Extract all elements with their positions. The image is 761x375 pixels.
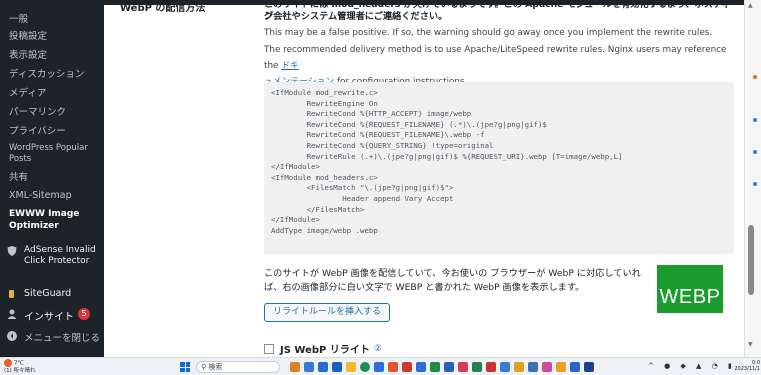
sidebar-item-reading[interactable]: 表示設定 [9,50,103,62]
file-explorer-icon[interactable] [346,362,356,372]
siteguard-icon [6,288,20,302]
sidebar-plugin-label: インサイト [24,312,74,323]
app-icon[interactable] [458,362,468,372]
sidebar-item-popular-posts[interactable]: WordPress Popular Posts [9,143,103,165]
webp-test-image: WEBP [657,265,723,313]
row-label-webp-delivery: WebP の配信方法 [120,5,206,14]
weather-desc: (1) 所々晴れ [4,367,36,374]
windows-start-icon[interactable] [180,362,190,372]
app-icon[interactable] [416,362,426,372]
webp-logo-text: WEBP [659,286,721,308]
taskbar-search-placeholder: 検索 [208,363,223,371]
chat-icon[interactable] [318,362,328,372]
admin-sidebar: 一般 投稿設定 表示設定 ディスカッション メディア パーマリンク プライバシー… [0,5,104,357]
app-icon[interactable] [486,362,496,372]
weather-temp: 7℃ [14,360,24,367]
taskview-icon[interactable] [290,362,300,372]
app-icon[interactable] [584,362,594,372]
app-icon[interactable] [444,362,454,372]
weather-widget[interactable]: 7℃ (1) 所々晴れ [4,359,36,375]
rewrite-rules-code: <IfModule mod_rewrite.c> RewriteEngine O… [264,82,734,254]
sidebar-plugin-label: AdSense Invalid Click Protector [24,245,96,266]
sidebar-collapse-menu[interactable]: メニューを閉じる [6,330,103,344]
sidebar-plugin-siteguard[interactable]: SiteGuard [6,288,103,302]
taskbar-clock[interactable]: 0:0 2023/11/1 [734,360,760,372]
sidebar-item-writing[interactable]: 投稿設定 [9,31,103,43]
side-indicator-icon [753,182,757,186]
weather-sun-icon [4,359,12,367]
side-panel-strip [752,0,761,357]
js-webp-checkbox[interactable] [264,343,274,354]
delivery-prefix: The recommended delivery method is to us… [264,45,727,71]
shield-icon [6,245,20,259]
update-count-badge: 5 [78,308,90,320]
office-icon[interactable] [388,362,398,372]
webp-test-description: このサイトが WebP 画像を配信していて、今お使いの ブラウザーが WebP … [264,268,641,293]
sidebar-plugin-insights[interactable]: インサイト 5 [6,308,103,323]
sidebar-item-xml-sitemap[interactable]: XML-Sitemap [9,190,103,202]
sidebar-plugin-adsense[interactable]: AdSense Invalid Click Protector [6,245,103,267]
insights-icon [6,308,20,322]
system-tray[interactable]: ^ ● ◆ ▲ ◔ ▮ [648,362,736,370]
sidebar-item-sharing[interactable]: 共有 [9,172,103,184]
app-icon[interactable] [556,362,566,372]
app-icon[interactable] [570,362,580,372]
store-icon[interactable] [374,362,384,372]
mod-headers-warning-line2: グ会社やシステム管理者にご連絡ください。 [264,11,448,22]
app-icon[interactable] [542,362,552,372]
widgets-icon[interactable] [304,362,314,372]
insert-rewrite-rules-button[interactable]: リライトルールを挿入する [264,303,391,322]
sidebar-item-general[interactable]: 一般 [9,14,103,26]
app-icon[interactable] [402,362,412,372]
sidebar-item-media[interactable]: メディア [9,88,103,100]
collapse-menu-icon [6,330,20,344]
app-icon[interactable] [472,362,482,372]
sidebar-item-permalinks[interactable]: パーマリンク [9,107,103,119]
help-icon[interactable]: ② [374,344,382,354]
app-icon[interactable] [514,362,524,372]
clock-date: 2023/11/1 [734,366,760,372]
sidebar-item-ewww[interactable]: EWWW Image Optimizer [9,208,103,232]
app-icon[interactable] [528,362,538,372]
sidebar-plugin-label: メニューを閉じる [24,333,101,344]
side-indicator-icon [753,150,757,154]
edge-browser-icon[interactable] [360,362,370,372]
side-indicator-icon [753,75,757,79]
false-positive-note: This may be a false positive. If so, the… [264,28,713,38]
side-indicator-icon [753,118,757,122]
windows-taskbar: 7℃ (1) 所々晴れ ⚲ 検索 ^ ● ◆ ▲ ◔ ▮ 0:0 2023/11… [0,357,761,375]
sidebar-item-privacy[interactable]: プライバシー [9,126,103,138]
sidebar-plugin-label: SiteGuard [24,288,72,299]
app-icon[interactable] [332,362,342,372]
taskbar-search[interactable]: ⚲ 検索 [196,361,280,373]
js-webp-label: JS WebP リライト [280,345,370,356]
js-webp-option: JS WebP リライト ② [264,341,382,356]
settings-main: WebP の配信方法 このサイトには mod_headers が欠けているようで… [104,5,744,357]
sidebar-item-discussion[interactable]: ディスカッション [9,69,103,81]
app-icon[interactable] [430,362,440,372]
app-icon[interactable] [500,362,510,372]
documentation-link-part1[interactable]: ドキ [281,61,299,71]
